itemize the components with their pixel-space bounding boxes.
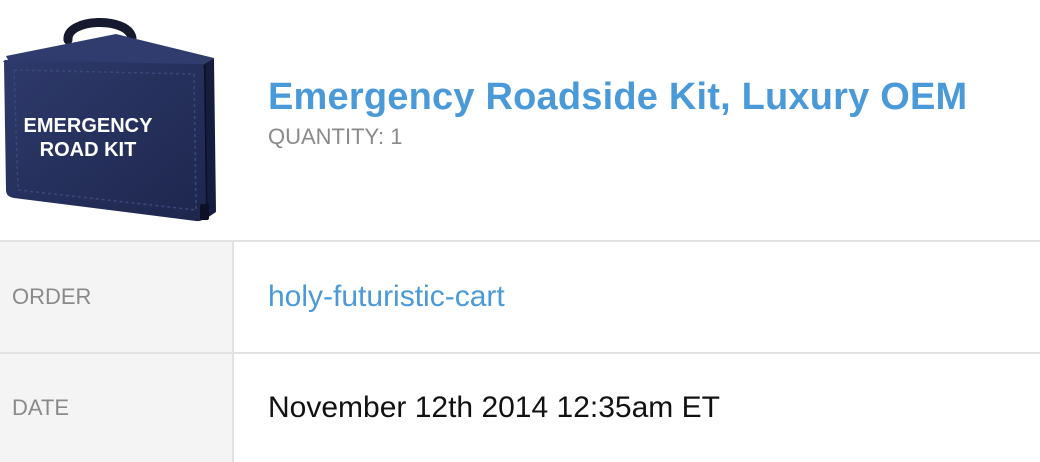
order-link[interactable]: holy-futuristic-cart bbox=[268, 280, 505, 314]
product-title-link[interactable]: Emergency Roadside Kit, Luxury OEM bbox=[268, 74, 967, 120]
detail-label-cell: DATE bbox=[0, 354, 234, 462]
date-value: November 12th 2014 12:35am ET bbox=[268, 391, 720, 424]
product-image[interactable]: EMERGENCY ROAD KIT bbox=[0, 14, 222, 224]
bag-label-line2: ROAD KIT bbox=[40, 139, 137, 161]
product-header: EMERGENCY ROAD KIT Emergency Roadside Ki… bbox=[0, 0, 1040, 242]
order-details-table: ORDER holy-futuristic-cart DATE November… bbox=[0, 242, 1040, 462]
emergency-road-kit-bag-icon: EMERGENCY ROAD KIT bbox=[3, 18, 216, 222]
date-label: DATE bbox=[12, 395, 70, 420]
product-info: Emergency Roadside Kit, Luxury OEM QUANT… bbox=[268, 74, 967, 150]
detail-label-cell: ORDER bbox=[0, 242, 234, 352]
product-quantity: QUANTITY: 1 bbox=[268, 124, 403, 149]
detail-row-date: DATE November 12th 2014 12:35am ET bbox=[0, 354, 1040, 462]
order-item-page: EMERGENCY ROAD KIT Emergency Roadside Ki… bbox=[0, 0, 1040, 462]
order-label: ORDER bbox=[12, 284, 92, 309]
bag-label-line1: EMERGENCY bbox=[24, 115, 154, 137]
detail-row-order: ORDER holy-futuristic-cart bbox=[0, 242, 1040, 354]
